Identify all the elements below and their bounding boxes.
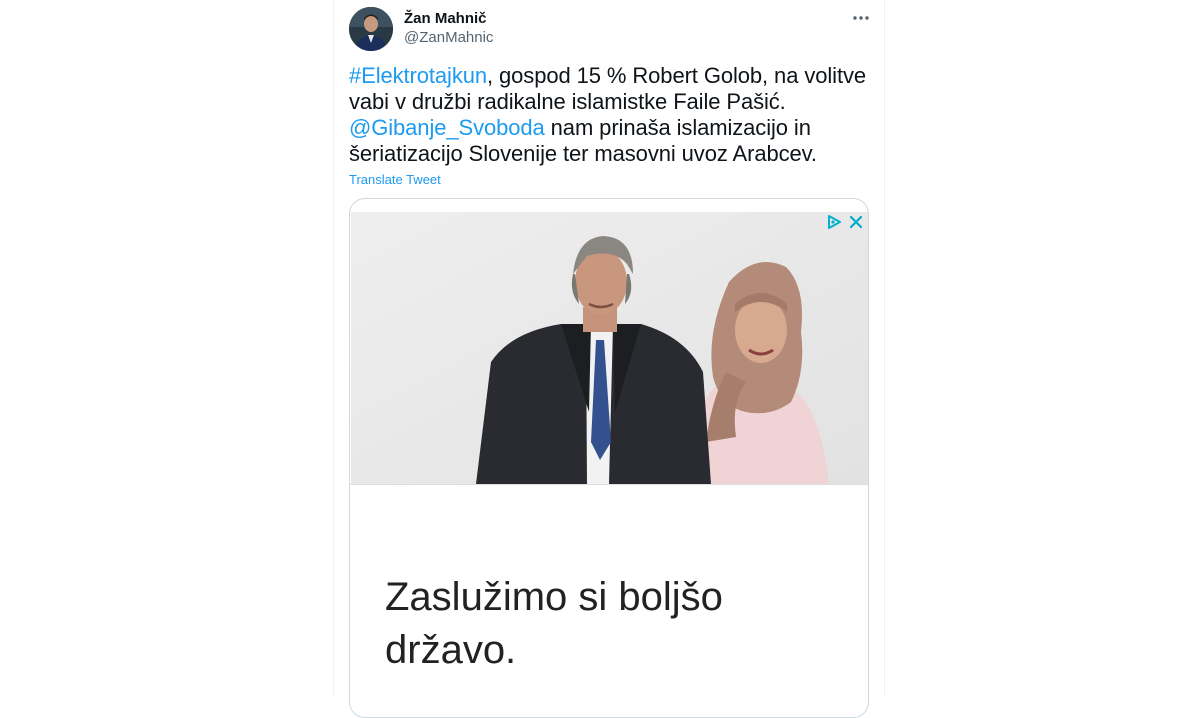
- tweet: Žan Mahnič @ZanMahnic #Elektrotajkun, go…: [333, 0, 885, 718]
- user-handle[interactable]: @ZanMahnic: [404, 29, 493, 46]
- mention-link[interactable]: @Gibanje_Svoboda: [349, 115, 545, 140]
- more-horizontal-icon: [853, 16, 869, 20]
- adchoices-icon[interactable]: [826, 214, 842, 230]
- ad-image[interactable]: [351, 212, 868, 484]
- tweet-text: #Elektrotajkun, gospod 15 % Robert Golob…: [349, 63, 869, 167]
- ad-card[interactable]: Zaslužimo si boljšo državo.: [349, 198, 869, 718]
- avatar[interactable]: [349, 7, 393, 51]
- more-options-button[interactable]: [849, 6, 873, 30]
- ad-controls: [826, 214, 864, 230]
- display-name[interactable]: Žan Mahnič: [404, 10, 487, 27]
- divider: [350, 484, 868, 485]
- hashtag-link[interactable]: #Elektrotajkun: [349, 63, 487, 88]
- ad-headline[interactable]: Zaslužimo si boljšo državo.: [385, 571, 825, 677]
- translate-tweet-link[interactable]: Translate Tweet: [349, 172, 441, 187]
- close-icon[interactable]: [848, 214, 864, 230]
